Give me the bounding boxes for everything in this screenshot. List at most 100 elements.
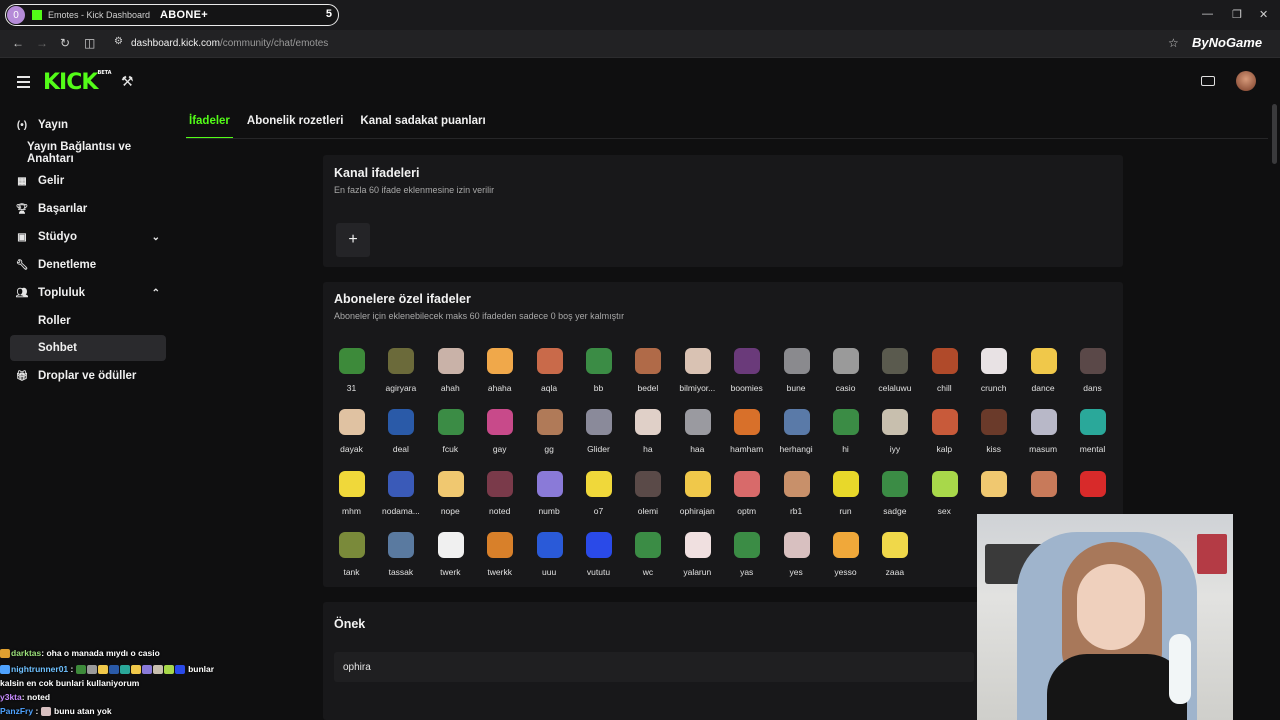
emote-item[interactable]: haa xyxy=(673,407,722,463)
camera-icon[interactable] xyxy=(1201,76,1215,86)
emote-item[interactable]: mhm xyxy=(327,469,376,525)
emote-item[interactable]: nope xyxy=(426,469,475,525)
sidebar-item-roles[interactable]: Roller xyxy=(10,308,166,334)
emote-item[interactable]: tank xyxy=(327,530,376,586)
sidebar-item-community[interactable]: 👥︎ Topluluk ⌃ xyxy=(10,280,166,306)
emote-item[interactable]: chill xyxy=(920,346,969,402)
emote-item[interactable]: crunch xyxy=(969,346,1018,402)
emote-item[interactable]: dayak xyxy=(327,407,376,463)
emote-item[interactable]: ophirajan xyxy=(673,469,722,525)
emote-item[interactable]: uuu xyxy=(525,530,574,586)
emote-item[interactable]: 31 xyxy=(327,346,376,402)
emote-item[interactable]: numb xyxy=(525,469,574,525)
emote-item[interactable]: rb1 xyxy=(772,469,821,525)
emote-item[interactable]: tassak xyxy=(376,530,425,586)
close-icon[interactable]: ✕ xyxy=(1259,8,1268,21)
sidebar-item-drops[interactable]: 🎁︎ Droplar ve ödüller xyxy=(10,363,166,389)
split-view-icon[interactable]: ◫ xyxy=(84,36,95,50)
back-icon[interactable]: ← xyxy=(12,36,24,50)
emote-item[interactable]: yesso xyxy=(821,530,870,586)
emote-item[interactable]: dance xyxy=(1019,346,1068,402)
emote-item[interactable]: iyy xyxy=(870,407,919,463)
emote-item[interactable]: run xyxy=(821,469,870,525)
emote-image xyxy=(388,470,415,497)
extension-logo[interactable]: ByNoGame xyxy=(1192,35,1262,50)
chevron-up-icon[interactable]: ⌃ xyxy=(152,288,160,299)
bookmark-star-icon[interactable]: ☆ xyxy=(1168,36,1179,50)
sidebar-item-stream[interactable]: (•) Yayın xyxy=(10,112,166,138)
emote-item[interactable]: twerkk xyxy=(475,530,524,586)
add-emote-button[interactable]: + xyxy=(336,223,370,257)
minimize-icon[interactable]: — xyxy=(1202,8,1213,20)
emote-item[interactable]: hamham xyxy=(722,407,771,463)
emote-label: bilmiyor... xyxy=(679,383,716,393)
browser-tab[interactable]: 0 Emotes - Kick Dashboard ABONE+ 5 xyxy=(5,4,339,26)
url-field[interactable]: dashboard.kick.com/community/chat/emotes xyxy=(131,38,328,49)
page-scrollbar[interactable] xyxy=(1272,104,1277,164)
emote-item[interactable]: gg xyxy=(525,407,574,463)
emote-item[interactable]: bb xyxy=(574,346,623,402)
emote-item[interactable]: agiryara xyxy=(376,346,425,402)
tab-sub-badges[interactable]: Abonelik rozetleri xyxy=(244,112,347,139)
emote-item[interactable]: sex xyxy=(920,469,969,525)
emote-label: bune xyxy=(786,383,806,393)
sidebar-item-chat[interactable]: Sohbet xyxy=(10,335,166,361)
emote-item[interactable]: ha xyxy=(623,407,672,463)
sidebar-item-stream-key[interactable]: Yayın Bağlantısı ve Anahtarı xyxy=(10,140,166,166)
forward-icon[interactable]: → xyxy=(36,36,48,50)
emote-item[interactable]: masum xyxy=(1019,407,1068,463)
emote-item[interactable]: gay xyxy=(475,407,524,463)
emote-item[interactable]: fcuk xyxy=(426,407,475,463)
emote-item[interactable]: herhangi xyxy=(772,407,821,463)
sidebar-item-studio[interactable]: ▣ Stüdyo ⌄ xyxy=(10,224,166,250)
emote-item[interactable]: olemi xyxy=(623,469,672,525)
emote-item[interactable]: twerk xyxy=(426,530,475,586)
tab-loyalty-points[interactable]: Kanal sadakat puanları xyxy=(357,112,488,139)
emote-item[interactable]: nodama... xyxy=(376,469,425,525)
chevron-down-icon[interactable]: ⌄ xyxy=(152,232,160,243)
emote-label: yesso xyxy=(834,566,857,577)
emote-item[interactable]: aqla xyxy=(525,346,574,402)
emote-item[interactable]: boomies xyxy=(722,346,771,402)
reload-icon[interactable]: ↻ xyxy=(60,36,70,50)
emote-item[interactable]: casio xyxy=(821,346,870,402)
hammer-icon[interactable]: ⚒ xyxy=(121,73,134,90)
prefix-input[interactable]: ophira xyxy=(334,652,974,682)
emote-item[interactable]: bune xyxy=(772,346,821,402)
emote-label: ahah xyxy=(440,383,460,393)
emote-item[interactable]: noted xyxy=(475,469,524,525)
emote-item[interactable]: Glider xyxy=(574,407,623,463)
kick-logo[interactable]: KICKBETA xyxy=(43,70,112,95)
emote-item[interactable]: bilmiyor... xyxy=(673,346,722,402)
profile-badge[interactable]: 0 xyxy=(7,6,25,24)
emote-item[interactable]: vututu xyxy=(574,530,623,586)
sidebar-item-moderation[interactable]: 🔧︎ Denetleme xyxy=(10,252,166,278)
emote-item[interactable]: dans xyxy=(1068,346,1117,402)
emote-item[interactable]: ahaha xyxy=(475,346,524,402)
emote-item[interactable]: celaluwu xyxy=(870,346,919,402)
emote-item[interactable]: bedel xyxy=(623,346,672,402)
menu-icon[interactable] xyxy=(17,76,30,91)
emote-item[interactable]: yalarun xyxy=(673,530,722,586)
sidebar-item-achievements[interactable]: 🏆︎ Başarılar xyxy=(10,196,166,222)
browser-tab-bar: 0 Emotes - Kick Dashboard ABONE+ 5 — ❐ ✕ xyxy=(0,0,1280,30)
site-info-icon[interactable]: ⚙ xyxy=(114,36,123,47)
emote-item[interactable]: zaaa xyxy=(870,530,919,586)
avatar[interactable] xyxy=(1236,71,1256,91)
emote-item[interactable]: mental xyxy=(1068,407,1117,463)
sidebar-item-revenue[interactable]: ▦ Gelir xyxy=(10,168,166,194)
emote-item[interactable]: ahah xyxy=(426,346,475,402)
emote-item[interactable]: optm xyxy=(722,469,771,525)
tab-emotes[interactable]: İfadeler xyxy=(186,112,233,139)
emote-item[interactable]: kalp xyxy=(920,407,969,463)
emote-item[interactable]: deal xyxy=(376,407,425,463)
emote-item[interactable]: yes xyxy=(772,530,821,586)
emote-item[interactable]: wc xyxy=(623,530,672,586)
emote-item[interactable]: kiss xyxy=(969,407,1018,463)
restore-icon[interactable]: ❐ xyxy=(1232,8,1242,21)
emote-item[interactable]: hi xyxy=(821,407,870,463)
emote-item[interactable]: o7 xyxy=(574,469,623,525)
emote-image xyxy=(1080,470,1106,497)
emote-item[interactable]: sadge xyxy=(870,469,919,525)
emote-item[interactable]: yas xyxy=(722,530,771,586)
